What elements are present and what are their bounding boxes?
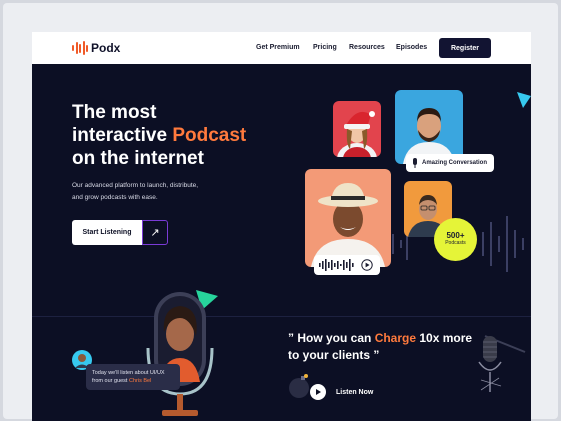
- microphone-icon: [413, 158, 417, 168]
- start-listening-cta[interactable]: Start Listening ↗: [72, 220, 168, 245]
- start-listening-button[interactable]: Start Listening: [72, 220, 142, 245]
- bearded-man-avatar: [403, 108, 455, 164]
- listen-now-button[interactable]: Listen Now: [310, 384, 373, 400]
- hero-subtitle: Our advanced platform to launch, distrib…: [72, 180, 242, 204]
- guest-photo-2[interactable]: [395, 90, 463, 164]
- top-nav: Podx Get Premium Pricing Resources Episo…: [32, 32, 531, 64]
- guest-photo-3[interactable]: [305, 169, 391, 267]
- nav-get-premium[interactable]: Get Premium: [256, 44, 300, 51]
- hero-title-line2-text: interactive: [72, 125, 173, 146]
- studio-microphone-illustration: [478, 335, 526, 392]
- hero-subtitle-line2: and grow podcasts with ease.: [72, 194, 158, 201]
- podcast-count-label: Podcasts: [445, 240, 466, 246]
- man-with-hat-avatar: [311, 183, 385, 267]
- register-button[interactable]: Register: [439, 38, 491, 58]
- microphone-guest-illustration: [146, 290, 218, 416]
- message-bubble: Today we'll listen about UI/UX from our …: [86, 364, 180, 390]
- message-guest-name: Chris Bel: [129, 378, 152, 384]
- woman-santa-hat-avatar: [337, 111, 377, 157]
- logo[interactable]: Podx: [72, 41, 120, 55]
- quote-open: ” How you can: [288, 331, 375, 345]
- quote-accent: Charge: [374, 331, 417, 345]
- hero-subtitle-line1: Our advanced platform to launch, distrib…: [72, 182, 199, 189]
- triangle-decoration-icon: [517, 92, 531, 108]
- play-triangle-icon: [316, 389, 321, 395]
- amazing-conversation-chip: Amazing Conversation: [406, 154, 494, 172]
- landing-page: Podx Get Premium Pricing Resources Episo…: [32, 32, 531, 421]
- nav-resources[interactable]: Resources: [349, 44, 385, 51]
- hero-title-line3: on the internet: [72, 148, 204, 169]
- nav-pricing[interactable]: Pricing: [313, 44, 337, 51]
- play-circle-icon[interactable]: [361, 259, 373, 271]
- hero-title: The most interactive Podcast on the inte…: [72, 101, 292, 170]
- section-divider: [32, 316, 531, 317]
- arrow-up-right-icon[interactable]: ↗: [142, 220, 168, 245]
- charge-quote: ” How you can Charge 10x more to your cl…: [288, 330, 478, 364]
- brand-name: Podx: [91, 41, 121, 55]
- audio-waveform-icon: [319, 259, 354, 271]
- hero-title-line2: interactive Podcast: [72, 124, 292, 147]
- audio-player[interactable]: [314, 255, 380, 275]
- hero-title-line1: The most: [72, 102, 157, 123]
- play-icon[interactable]: [310, 384, 326, 400]
- podcast-count: 500+: [446, 231, 465, 240]
- hero-title-accent: Podcast: [172, 125, 247, 146]
- guest-photo-1[interactable]: [333, 101, 381, 157]
- sound-wave-icon: [72, 41, 88, 55]
- podcast-count-badge: 500+ Podcasts: [434, 218, 477, 261]
- amazing-conversation-label: Amazing Conversation: [422, 160, 488, 166]
- listen-now-label: Listen Now: [336, 388, 374, 396]
- nav-episodes[interactable]: Episodes: [396, 44, 427, 51]
